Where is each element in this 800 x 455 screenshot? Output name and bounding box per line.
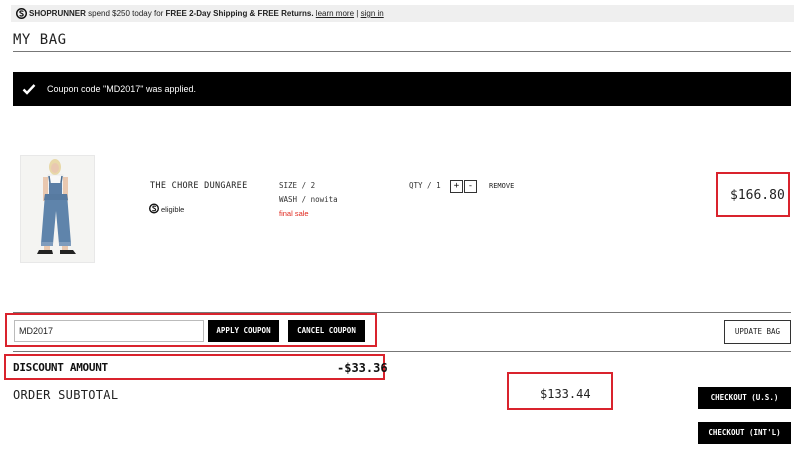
promo-prefix: spend $250 today for bbox=[88, 9, 164, 18]
product-photo-illustration bbox=[21, 156, 94, 262]
checkout-us-button[interactable]: CHECKOUT (U.S.) bbox=[698, 387, 791, 409]
eligible-label: eligible bbox=[161, 205, 185, 214]
checkmark-icon bbox=[22, 84, 36, 95]
discount-label: DISCOUNT AMOUNT bbox=[13, 361, 108, 374]
apply-coupon-button[interactable]: APPLY COUPON bbox=[208, 320, 279, 342]
size-attribute: SIZE / 2 bbox=[279, 181, 316, 190]
cancel-coupon-button[interactable]: CANCEL COUPON bbox=[288, 320, 365, 342]
coupon-code-input[interactable] bbox=[14, 320, 204, 342]
title-divider bbox=[13, 51, 791, 52]
update-bag-button[interactable]: UPDATE BAG bbox=[724, 320, 791, 344]
shoprunner-s-icon bbox=[149, 203, 159, 214]
product-name[interactable]: THE CHORE DUNGAREE bbox=[150, 181, 248, 191]
order-subtotal-label: ORDER SUBTOTAL bbox=[13, 388, 119, 402]
product-image[interactable] bbox=[20, 155, 95, 263]
final-sale-label: final sale bbox=[279, 209, 309, 218]
quantity-label: QTY / 1 bbox=[409, 181, 441, 190]
sign-in-link[interactable]: sign in bbox=[361, 9, 384, 18]
item-price: $166.80 bbox=[730, 188, 785, 203]
wash-attribute: WASH / nowita bbox=[279, 195, 338, 204]
qty-decrease-button[interactable]: - bbox=[464, 180, 477, 193]
discount-amount: -$33.36 bbox=[337, 361, 388, 375]
shoprunner-promo-text: SHOPRUNNER spend $250 today for FREE 2-D… bbox=[29, 8, 384, 19]
promo-offer: FREE 2-Day Shipping & FREE Returns. bbox=[165, 9, 314, 18]
shoprunner-logo-icon bbox=[16, 8, 27, 19]
page-title: MY BAG bbox=[13, 32, 67, 48]
shoprunner-brand: SHOPRUNNER bbox=[29, 9, 86, 18]
checkout-intl-button[interactable]: CHECKOUT (INT'L) bbox=[698, 422, 791, 444]
qty-increase-button[interactable]: + bbox=[450, 180, 463, 193]
link-separator: | bbox=[356, 9, 359, 18]
coupon-bottom-divider bbox=[13, 351, 791, 352]
order-subtotal-amount: $133.44 bbox=[540, 387, 591, 401]
learn-more-link[interactable]: learn more bbox=[316, 9, 354, 18]
notice-text: Coupon code "MD2017" was applied. bbox=[47, 84, 196, 94]
remove-item-link[interactable]: REMOVE bbox=[489, 182, 514, 190]
